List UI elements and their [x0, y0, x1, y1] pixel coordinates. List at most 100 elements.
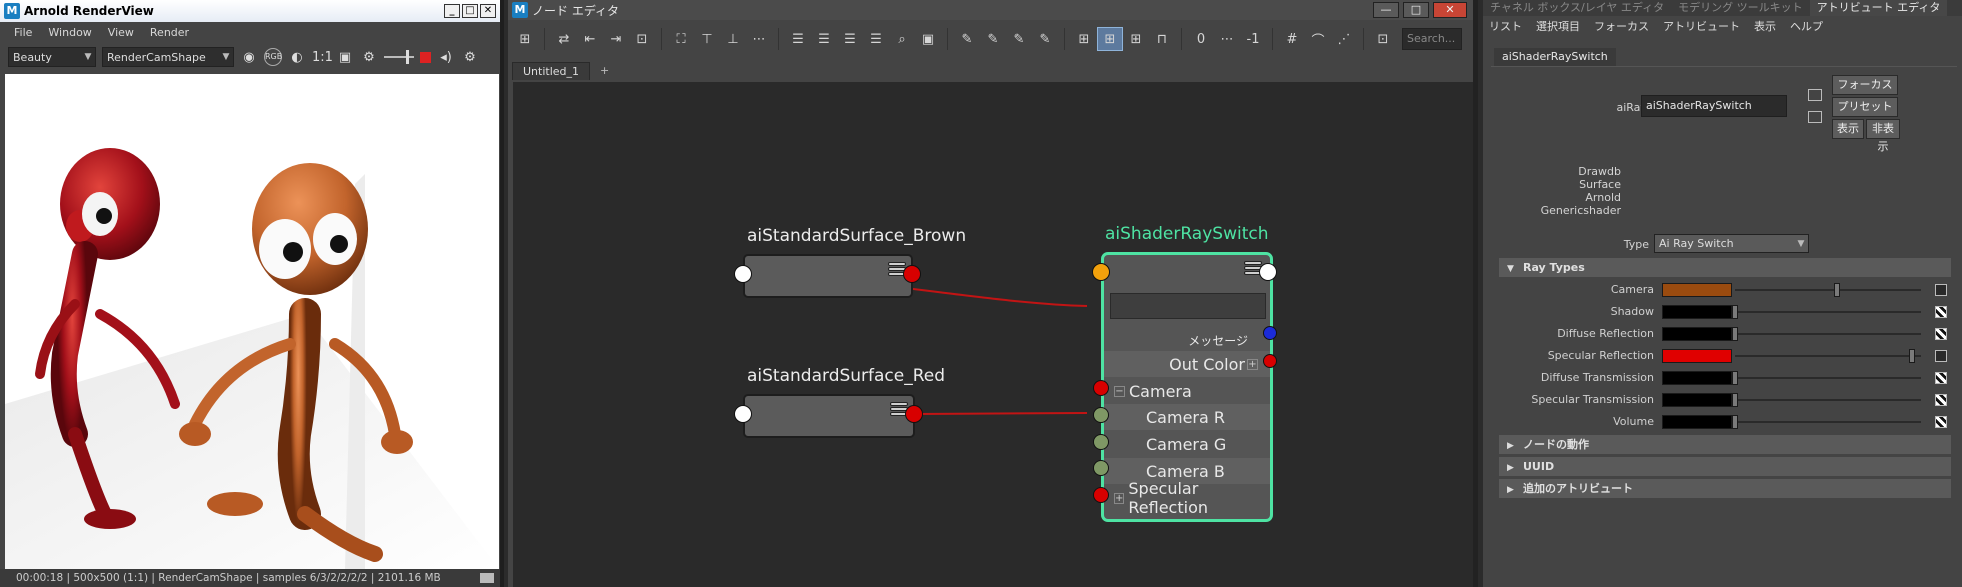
- color-swatch[interactable]: [1662, 305, 1732, 319]
- ipr-icon[interactable]: ⚙: [360, 50, 378, 65]
- crop-region-icon[interactable]: ▣: [336, 50, 354, 65]
- map-texture-icon[interactable]: [1935, 306, 1947, 318]
- section-ray-types[interactable]: ▼ Ray Types: [1499, 258, 1951, 277]
- graph-up-icon[interactable]: ⊤: [694, 27, 720, 51]
- input-connections-icon[interactable]: [1808, 89, 1822, 101]
- menu-show[interactable]: 表示: [1754, 18, 1776, 34]
- camera-input-port[interactable]: [1093, 380, 1109, 396]
- output-connections-icon[interactable]: ⇥: [603, 27, 629, 51]
- ipr-progress-slider[interactable]: [384, 50, 414, 64]
- specular-input-port[interactable]: [1093, 487, 1109, 503]
- exposure-icon[interactable]: ◐: [288, 50, 306, 65]
- tab-modeling-toolkit[interactable]: モデリング ツールキット: [1671, 0, 1810, 16]
- node-collapse-icon[interactable]: ⋰: [1331, 27, 1357, 51]
- expand-plus-icon[interactable]: +: [1247, 358, 1258, 370]
- menu-view[interactable]: View: [108, 26, 134, 39]
- slider-handle[interactable]: [1834, 283, 1841, 297]
- message-port[interactable]: [1263, 326, 1277, 340]
- value-slider[interactable]: [1735, 289, 1921, 291]
- input-connections-icon[interactable]: ⇤: [577, 27, 603, 51]
- menu-attributes[interactable]: アトリビュート: [1663, 18, 1740, 34]
- color-swatch[interactable]: [1662, 393, 1732, 407]
- red-outcolor-port[interactable]: [905, 405, 923, 423]
- slider-handle[interactable]: [1732, 371, 1738, 385]
- connected-mode-icon[interactable]: ☰: [811, 27, 837, 51]
- refresh-render-icon[interactable]: ◉: [240, 50, 258, 65]
- camera-g-input-port[interactable]: [1093, 434, 1109, 450]
- node-aishaderrayswitch[interactable]: メッセージ Out Color + − Camera Camera R Came…: [1101, 252, 1273, 522]
- swatch-icon[interactable]: ▣: [915, 27, 941, 51]
- menu-help[interactable]: ヘルプ: [1790, 18, 1823, 34]
- node-graph-canvas[interactable]: aiStandardSurface_Brown aiStandardSurfac…: [513, 82, 1473, 587]
- hide-button[interactable]: 非表示: [1866, 119, 1900, 153]
- slider-handle[interactable]: [1732, 393, 1738, 407]
- clear-graph-icon[interactable]: ⊡: [629, 27, 655, 51]
- value-slider[interactable]: [1735, 399, 1921, 401]
- color-swatch[interactable]: [1662, 415, 1732, 429]
- step-icon[interactable]: ⋯: [1214, 27, 1240, 51]
- pin-all-icon[interactable]: ✎: [1032, 27, 1058, 51]
- value-slider[interactable]: [1735, 421, 1921, 423]
- expand-plus-icon[interactable]: +: [1114, 492, 1125, 504]
- tab-channel-box[interactable]: チャネル ボックス/レイヤ エディタ: [1483, 0, 1671, 16]
- camera-r-input-port[interactable]: [1093, 407, 1109, 423]
- audio-icon[interactable]: ◂): [437, 50, 455, 65]
- node-aistandardsurface-brown[interactable]: [743, 254, 913, 298]
- show-button[interactable]: 表示: [1832, 119, 1864, 139]
- slider-handle[interactable]: [1732, 415, 1738, 429]
- camera-dropdown[interactable]: RenderCamShape ▼: [102, 47, 234, 67]
- menu-window[interactable]: Window: [48, 26, 91, 39]
- switch-input-port[interactable]: [1092, 263, 1110, 281]
- maximize-button[interactable]: □: [462, 4, 478, 18]
- outcolor-port[interactable]: [1263, 354, 1277, 368]
- settings-gear-icon[interactable]: ⚙: [461, 50, 479, 65]
- close-button[interactable]: ✕: [1433, 2, 1467, 18]
- collapse-minus-icon[interactable]: −: [1114, 385, 1125, 397]
- value-slider[interactable]: [1735, 311, 1921, 313]
- full-mode-icon[interactable]: ☰: [837, 27, 863, 51]
- slider-handle[interactable]: [1732, 305, 1738, 319]
- connected-node-icon[interactable]: [1935, 350, 1947, 362]
- close-button[interactable]: ✕: [480, 4, 496, 18]
- brown-outcolor-port[interactable]: [903, 265, 921, 283]
- menu-file[interactable]: File: [14, 26, 32, 39]
- simple-mode-icon[interactable]: ☰: [785, 27, 811, 51]
- node-name-field[interactable]: aiShaderRaySwitch: [1641, 95, 1787, 117]
- node-aistandardsurface-red[interactable]: [743, 394, 915, 438]
- show-grid-snap-icon[interactable]: ⊞: [1097, 27, 1123, 51]
- zoom-icon[interactable]: ⌕: [889, 27, 915, 51]
- section-extra-attributes[interactable]: ▶ 追加のアトリビュート: [1499, 479, 1951, 498]
- value-slider[interactable]: [1735, 355, 1921, 357]
- color-swatch[interactable]: [1662, 327, 1732, 341]
- minimize-button[interactable]: —: [1373, 2, 1399, 18]
- graph-material-icon[interactable]: ⊞: [1071, 27, 1097, 51]
- frame-all-icon[interactable]: ⛶: [668, 27, 694, 51]
- focus-button[interactable]: フォーカス: [1832, 75, 1898, 95]
- add-tab-button[interactable]: +: [590, 62, 619, 80]
- render-image[interactable]: [5, 74, 499, 569]
- minimize-button[interactable]: _: [444, 4, 460, 18]
- menu-focus[interactable]: フォーカス: [1594, 18, 1649, 34]
- rearrange-graph-icon[interactable]: ⋯: [746, 27, 772, 51]
- brown-input-port[interactable]: [734, 265, 752, 283]
- color-swatch[interactable]: [1662, 371, 1732, 385]
- add-node-icon[interactable]: ⊞: [512, 27, 538, 51]
- input-output-connections-icon[interactable]: ⇄: [551, 27, 577, 51]
- grid-icon[interactable]: #: [1279, 27, 1305, 51]
- renderview-titlebar[interactable]: M Arnold RenderView _ □ ✕: [0, 0, 500, 22]
- graph-down-icon[interactable]: ⊥: [720, 27, 746, 51]
- aov-dropdown[interactable]: Beauty ▼: [8, 47, 96, 67]
- node-tab-aishaderrayswitch[interactable]: aiShaderRaySwitch: [1494, 48, 1616, 66]
- output-connections-icon[interactable]: [1808, 111, 1822, 123]
- map-texture-icon[interactable]: [1935, 328, 1947, 340]
- map-texture-icon[interactable]: [1935, 372, 1947, 384]
- camera-b-input-port[interactable]: [1093, 460, 1109, 476]
- red-input-port[interactable]: [734, 405, 752, 423]
- section-uuid[interactable]: ▶ UUID: [1499, 457, 1951, 476]
- menu-selected[interactable]: 選択項目: [1536, 18, 1580, 34]
- rgb-channel-icon[interactable]: RGB: [264, 48, 282, 66]
- toggle-swatch-icon[interactable]: ⊞: [1123, 27, 1149, 51]
- color-swatch[interactable]: [1662, 349, 1732, 363]
- value-slider[interactable]: [1735, 333, 1921, 335]
- minus-one-field[interactable]: -1: [1240, 27, 1266, 51]
